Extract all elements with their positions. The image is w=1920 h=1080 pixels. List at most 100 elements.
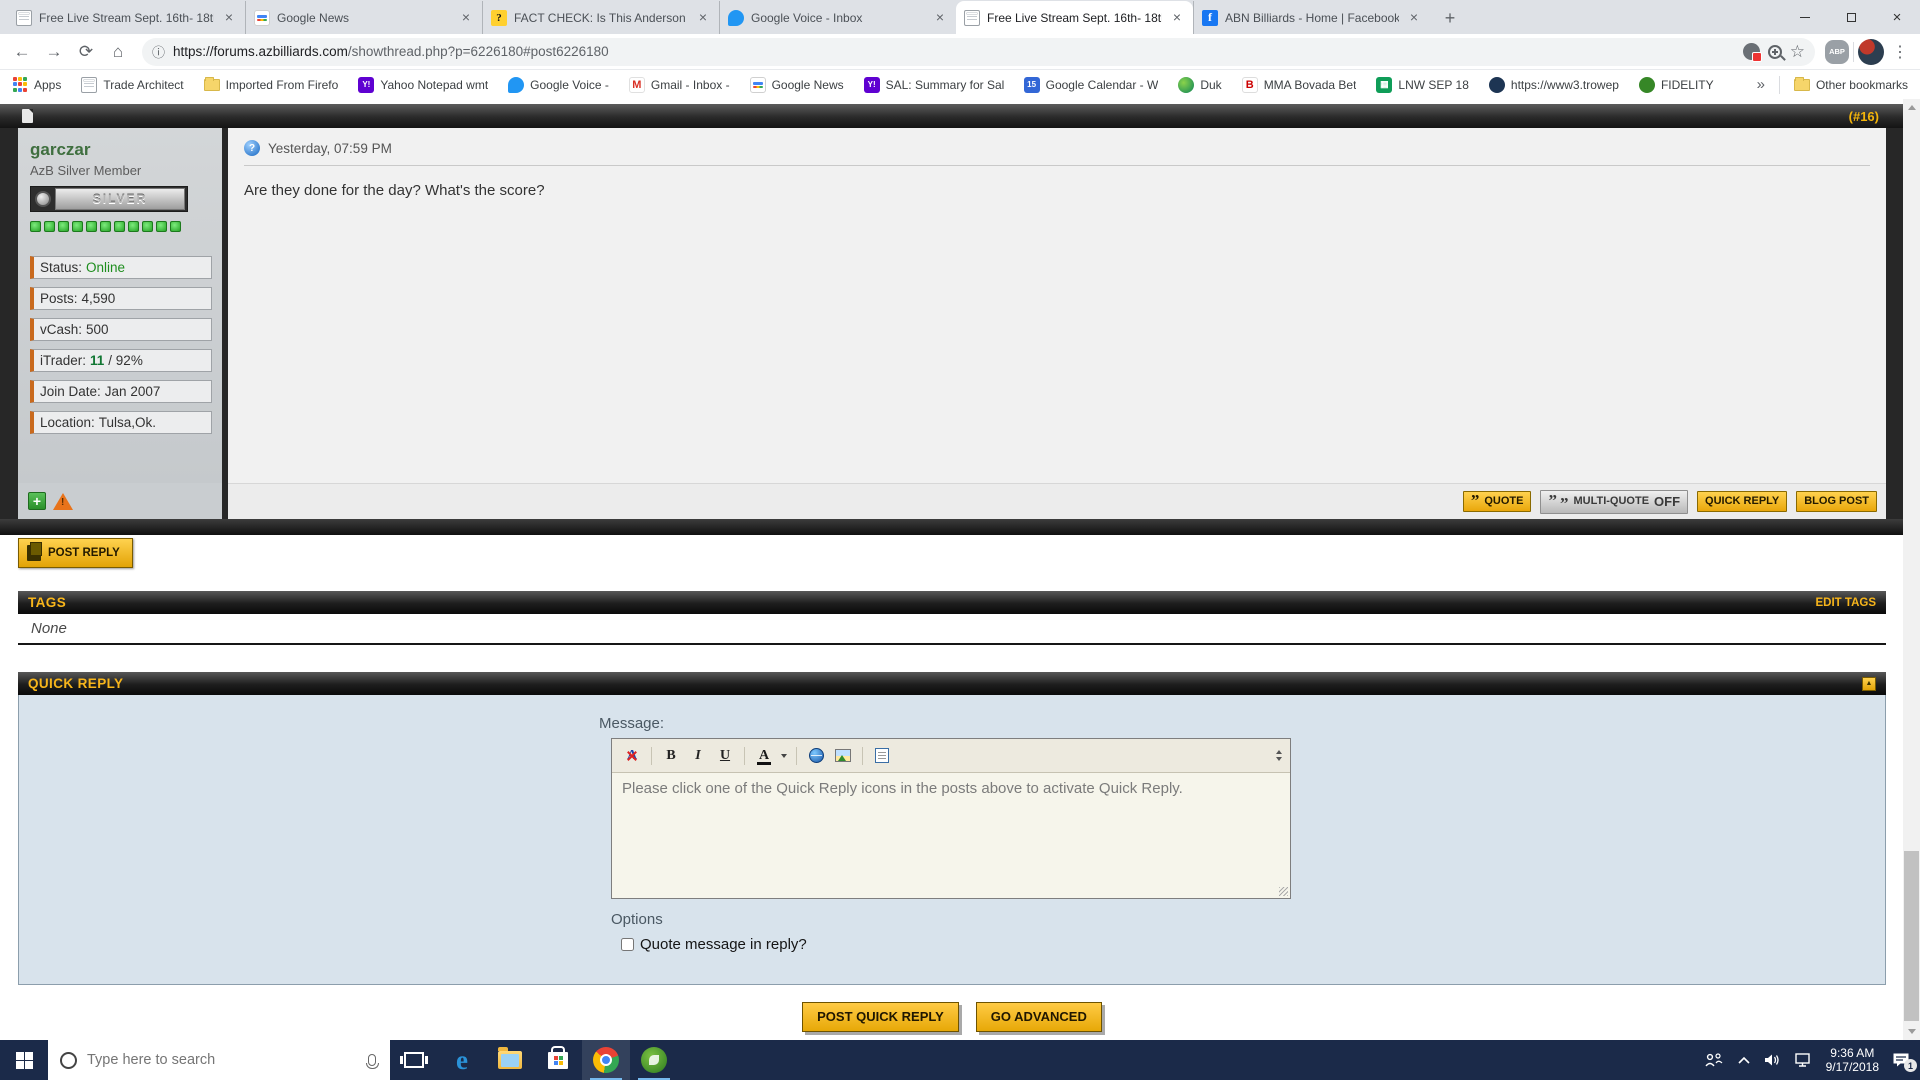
tab-google-news[interactable]: Google News × — [245, 1, 482, 34]
action-center-button[interactable]: 1 — [1892, 1052, 1910, 1068]
bold-icon[interactable]: B — [659, 744, 683, 768]
font-color-icon[interactable]: A — [752, 744, 776, 768]
zoom-icon[interactable] — [1768, 45, 1782, 59]
italic-icon[interactable]: I — [686, 744, 710, 768]
scroll-up-icon[interactable] — [1903, 99, 1920, 116]
post-quick-reply-button[interactable]: POST QUICK REPLY — [802, 1002, 959, 1032]
report-post-icon[interactable]: ! — [53, 493, 73, 510]
post-footer-buttons: ” QUOTE ”” MULTI-QUOTE OFF QUICK REPLY B… — [228, 483, 1886, 519]
blog-post-button[interactable]: BLOG POST — [1796, 491, 1877, 512]
tab-fact-check[interactable]: ? FACT CHECK: Is This Anderson Co × — [482, 1, 719, 34]
store-button[interactable] — [534, 1040, 582, 1080]
wrap-quote-icon[interactable] — [870, 744, 894, 768]
add-reputation-icon[interactable]: + — [28, 492, 46, 510]
maximize-button[interactable] — [1828, 0, 1874, 34]
collapse-icon[interactable]: ▲ — [1862, 677, 1876, 691]
bookmark-yahoo-notepad[interactable]: Y! Yahoo Notepad wmt — [358, 77, 488, 93]
task-view-button[interactable] — [390, 1040, 438, 1080]
bookmark-trade-architect[interactable]: Trade Architect — [81, 77, 183, 93]
address-bar[interactable]: ⓘ https://forums.azbilliards.com/showthr… — [142, 38, 1815, 66]
quote-message-checkbox[interactable] — [621, 938, 634, 951]
browser-toolbar: ← → ⟳ ⌂ ⓘ https://forums.azbilliards.com… — [0, 34, 1920, 70]
bookmark-gmail[interactable]: M Gmail - Inbox - — [629, 77, 730, 93]
bookmark-google-voice[interactable]: Google Voice - — [508, 77, 609, 93]
close-icon[interactable]: × — [932, 10, 948, 26]
bookmark-fidelity[interactable]: FIDELITY — [1639, 77, 1714, 93]
close-icon[interactable]: × — [695, 10, 711, 26]
back-icon[interactable]: ← — [8, 38, 36, 66]
tray-expand-chevron-icon[interactable] — [1737, 1055, 1751, 1065]
other-bookmarks[interactable]: Other bookmarks — [1794, 78, 1908, 92]
post-reply-button[interactable]: POST REPLY — [18, 538, 133, 568]
close-icon[interactable]: × — [221, 10, 237, 26]
quick-reply-button[interactable]: QUICK REPLY — [1697, 491, 1787, 512]
bookmarks-overflow-chevron[interactable]: » — [1757, 76, 1765, 93]
tab-google-voice[interactable]: Google Voice - Inbox × — [719, 1, 956, 34]
bookmark-trowe[interactable]: https://www3.trowep — [1489, 77, 1619, 93]
post-number-link[interactable]: (#16) — [1849, 109, 1879, 124]
bookmark-imported-folder[interactable]: Imported From Firefo — [204, 78, 339, 92]
underline-icon[interactable]: U — [713, 744, 737, 768]
close-window-button[interactable]: × — [1874, 0, 1920, 34]
quick-reply-header-bar: QUICK REPLY ▲ — [18, 672, 1886, 695]
network-icon[interactable] — [1795, 1053, 1813, 1067]
bookmark-lnw-sheet[interactable]: ▦ LNW SEP 18 — [1376, 77, 1468, 93]
tab-free-live-stream-active[interactable]: Free Live Stream Sept. 16th- 18th × — [956, 1, 1193, 34]
extension-badge-icon[interactable] — [1743, 43, 1760, 60]
info-icon[interactable]: ⓘ — [152, 42, 165, 61]
edge-button[interactable]: e — [438, 1040, 486, 1080]
people-icon[interactable] — [1704, 1052, 1724, 1068]
bookmark-duk[interactable]: Duk — [1178, 77, 1221, 93]
tags-title: TAGS — [28, 595, 66, 610]
editor-resize-icon[interactable] — [1276, 750, 1282, 761]
duk-icon — [1178, 77, 1194, 93]
message-editor: A B I U A Plea — [611, 738, 1291, 899]
chrome-button[interactable] — [582, 1040, 630, 1080]
scroll-down-icon[interactable] — [1903, 1023, 1920, 1040]
post-body-area: ? Yesterday, 07:59 PM Are they done for … — [228, 128, 1886, 483]
multi-quote-button[interactable]: ”” MULTI-QUOTE OFF — [1540, 490, 1688, 514]
bookmark-google-news[interactable]: Google News — [750, 77, 844, 93]
volume-icon[interactable] — [1764, 1053, 1782, 1067]
tab-free-live-stream-1[interactable]: Free Live Stream Sept. 16th- 18th × — [8, 1, 245, 34]
reload-icon[interactable]: ⟳ — [72, 38, 100, 66]
edit-tags-link[interactable]: EDIT TAGS — [1816, 597, 1876, 609]
home-icon[interactable]: ⌂ — [104, 38, 132, 66]
page-scrollbar[interactable] — [1903, 99, 1920, 1040]
start-button[interactable] — [0, 1040, 48, 1080]
quote-button[interactable]: ” QUOTE — [1463, 491, 1532, 512]
quick-reply-textarea[interactable]: Please click one of the Quick Reply icon… — [612, 773, 1290, 893]
new-tab-button[interactable]: + — [1436, 4, 1464, 32]
bookmark-mma-bovada[interactable]: B MMA Bovada Bet — [1242, 77, 1357, 93]
badge-label: SILVER — [55, 188, 185, 210]
forward-icon[interactable]: → — [40, 38, 68, 66]
insert-link-icon[interactable] — [804, 744, 828, 768]
search-input[interactable] — [87, 1052, 358, 1068]
go-advanced-button[interactable]: GO ADVANCED — [976, 1002, 1102, 1032]
bookmark-apps[interactable]: Apps — [12, 77, 61, 93]
remove-format-icon[interactable]: A — [620, 744, 644, 768]
bookmark-label: Duk — [1200, 78, 1221, 92]
close-icon[interactable]: × — [1406, 10, 1422, 26]
scrollbar-thumb[interactable] — [1904, 851, 1919, 1021]
microphone-icon[interactable] — [368, 1054, 376, 1066]
taskbar-clock[interactable]: 9:36 AM 9/17/2018 — [1826, 1046, 1879, 1074]
close-icon[interactable]: × — [458, 10, 474, 26]
fidelity-app-button[interactable] — [630, 1040, 678, 1080]
username-link[interactable]: garczar — [30, 140, 212, 160]
menu-kebab-icon[interactable]: ⋮ — [1888, 42, 1912, 62]
bookmark-star-icon[interactable]: ☆ — [1790, 42, 1805, 62]
close-icon[interactable]: × — [1169, 10, 1185, 26]
insert-image-icon[interactable] — [831, 744, 855, 768]
bookmark-google-calendar[interactable]: 15 Google Calendar - W — [1024, 77, 1159, 93]
adblock-plus-icon[interactable]: ABP — [1825, 40, 1849, 64]
taskbar-search[interactable] — [48, 1040, 390, 1080]
minimize-button[interactable] — [1782, 0, 1828, 34]
bookmark-label: Imported From Firefo — [226, 78, 339, 92]
file-explorer-button[interactable] — [486, 1040, 534, 1080]
tab-facebook[interactable]: f ABN Billiards - Home | Facebook × — [1193, 1, 1430, 34]
bookmark-sal-summary[interactable]: Y! SAL: Summary for Sal — [864, 77, 1004, 93]
profile-avatar[interactable] — [1858, 39, 1884, 65]
font-color-dropdown-icon[interactable] — [779, 744, 789, 768]
toolbar-separator — [1853, 42, 1854, 62]
